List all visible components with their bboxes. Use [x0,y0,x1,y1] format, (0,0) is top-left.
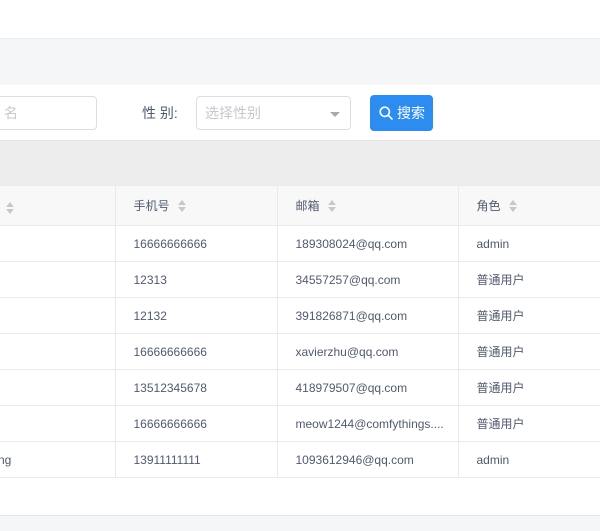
chevron-down-icon [330,112,340,117]
cell-phone: 12132 [115,298,277,334]
sort-icon[interactable] [509,200,517,212]
cell-email: 418979507@qq.com [277,370,458,406]
cell-email: 189308024@qq.com [277,226,458,262]
table-row: 16666666666 xavierzhu@qq.com 普通用户 [0,334,600,370]
cell-phone: 16666666666 [115,226,277,262]
user-table: 手机号 邮箱 角色 [0,185,600,478]
column-label: 角色 [477,197,501,214]
sort-icon[interactable] [178,200,186,212]
search-button-label: 搜索 [397,103,425,123]
column-header-email[interactable]: 邮箱 [277,186,458,226]
column-header-phone[interactable]: 手机号 [115,186,277,226]
column-header-role[interactable]: 角色 [458,186,600,226]
cell-email: xavierzhu@qq.com [277,334,458,370]
gender-select-placeholder: 选择性别 [205,103,261,123]
cell-role: 普通用户 [458,334,600,370]
cell-email: 391826871@qq.com [277,298,458,334]
cell-role: admin [458,226,600,262]
column-label: 邮箱 [296,197,320,214]
table-row: 13512345678 418979507@qq.com 普通用户 [0,370,600,406]
cell-name [0,298,115,334]
sort-icon[interactable] [6,202,14,214]
cell-name [0,406,115,442]
cell-email: 1093612946@qq.com [277,442,458,478]
table-row: ng 13911111111 1093612946@qq.com admin [0,442,600,478]
top-whitespace [0,0,600,38]
cell-name [0,370,115,406]
cell-phone: 12313 [115,262,277,298]
cell-name [0,334,115,370]
gender-label: 性 别: [142,85,178,140]
sort-icon[interactable] [328,200,336,212]
cell-role: 普通用户 [458,370,600,406]
gender-select[interactable]: 选择性别 [196,96,351,130]
search-form-card: 性 别: 选择性别 搜索 [0,85,600,140]
user-table-card: 手机号 邮箱 角色 [0,185,600,515]
cell-role: admin [458,442,600,478]
cell-role: 普通用户 [458,298,600,334]
cell-name [0,262,115,298]
cell-name [0,226,115,262]
cell-phone: 16666666666 [115,406,277,442]
cell-phone: 13512345678 [115,370,277,406]
cell-name: ng [0,442,115,478]
page-gap-bottom [0,515,600,531]
column-header-name[interactable] [0,186,115,226]
cell-phone: 16666666666 [115,334,277,370]
cell-email: meow1244@comfythings.... [277,406,458,442]
table-row: 16666666666 meow1244@comfythings.... 普通用… [0,406,600,442]
search-icon [378,105,394,121]
table-row: 12132 391826871@qq.com 普通用户 [0,298,600,334]
search-button[interactable]: 搜索 [370,95,433,131]
column-label: 手机号 [134,197,170,214]
table-row: 16666666666 189308024@qq.com admin [0,226,600,262]
cell-email: 34557257@qq.com [277,262,458,298]
table-row: 12313 34557257@qq.com 普通用户 [0,262,600,298]
table-header-row: 手机号 邮箱 角色 [0,186,600,226]
cell-role: 普通用户 [458,262,600,298]
page-gap-middle [0,140,600,185]
name-input[interactable] [0,96,97,130]
cell-phone: 13911111111 [115,442,277,478]
cell-role: 普通用户 [458,406,600,442]
page-gap-upper [0,38,600,85]
